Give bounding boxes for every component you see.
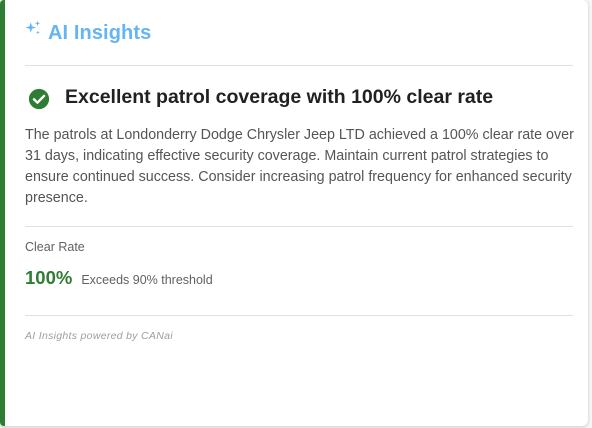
insight-summary: The patrols at Londonderry Dodge Chrysle… (25, 127, 574, 206)
summary-divider (25, 226, 573, 227)
sparkle-icon (25, 20, 41, 35)
header-divider (25, 65, 573, 66)
footer-credit: AI Insights powered by CANai (25, 330, 173, 342)
metric-value: 100% (25, 267, 73, 288)
insight-headline: Excellent patrol coverage with 100% clea… (28, 84, 493, 110)
metric-row: 100% Exceeds 90% threshold (25, 267, 213, 289)
card-title: AI Insights (48, 21, 152, 44)
headline-text: Excellent patrol coverage with 100% clea… (65, 85, 494, 108)
metric-label: Clear Rate (25, 240, 85, 254)
metric-note: Exceeds 90% threshold (81, 273, 213, 287)
card-header: AI Insights (24, 18, 151, 48)
ai-insights-card: AI Insights Excellent patrol coverage wi… (0, 0, 588, 426)
footer-divider (25, 315, 573, 316)
check-circle-icon (28, 88, 50, 110)
